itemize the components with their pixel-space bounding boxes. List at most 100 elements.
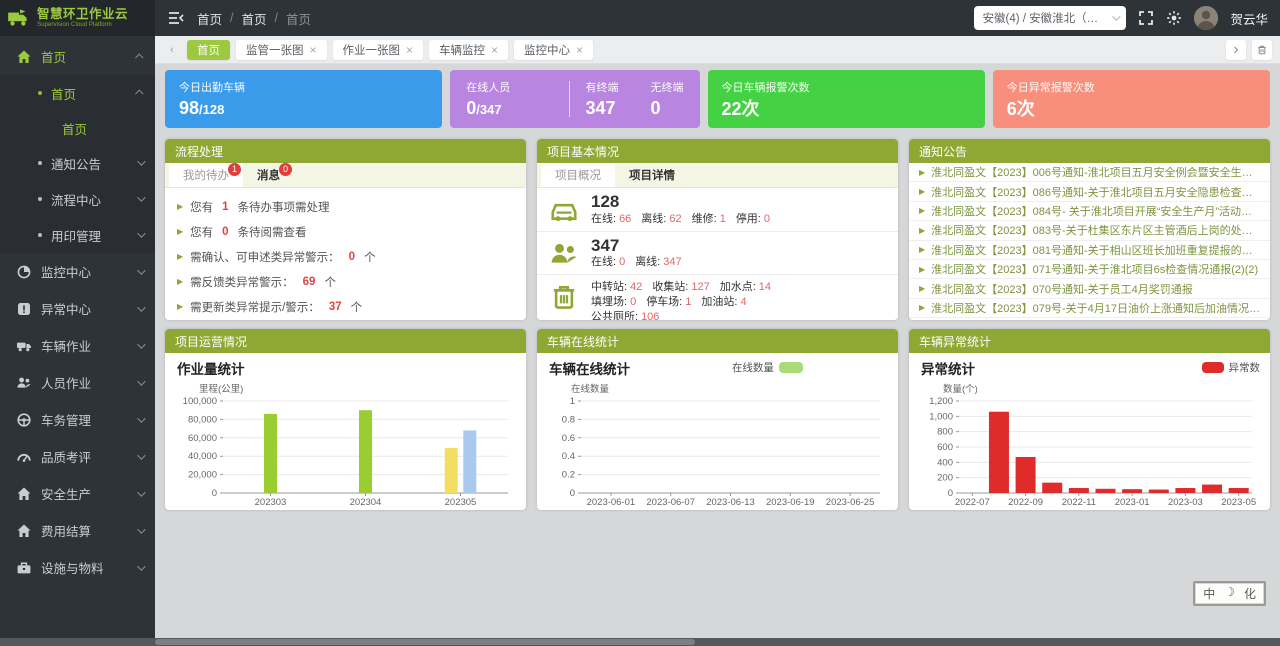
chevron-down-icon — [137, 157, 145, 165]
alert-icon — [16, 301, 32, 317]
close-icon[interactable]: × — [310, 44, 317, 56]
sidebar-submenu: 首页首页通知公告流程中心用印管理 — [0, 75, 155, 253]
notice-item[interactable]: ▶淮北同盈文【2023】079号-关于4月17日油价上涨通知后加油情况通报 — [909, 299, 1270, 318]
fullscreen-icon[interactable] — [1138, 10, 1154, 26]
sidebar-item-personnel-work[interactable]: 人员作业 — [0, 364, 155, 401]
close-tabs-trash-icon[interactable] — [1252, 40, 1272, 60]
sidebar-item-quality[interactable]: 品质考评 — [0, 438, 155, 475]
process-item[interactable]: ▶您有1条待办事项需处理 — [177, 194, 514, 219]
project-tab-1[interactable]: 项目详情 — [615, 163, 689, 187]
avatar[interactable] — [1194, 6, 1218, 30]
sidebar-item-home-2[interactable]: 首页 — [0, 75, 155, 111]
org-selector[interactable]: 安徽(4) / 安徽淮北（相... — [974, 6, 1126, 30]
ime-char[interactable]: 化 — [1244, 585, 1256, 602]
chevron-down-icon — [137, 451, 145, 459]
people-icon — [549, 239, 579, 269]
sidebar-item-exception[interactable]: 异常中心 — [0, 290, 155, 327]
svg-text:0.2: 0.2 — [562, 470, 575, 481]
process-item[interactable]: ▶提示类异常：13个 — [177, 319, 514, 320]
tab-label: 监管一张图 — [246, 42, 304, 58]
sidebar-item-safety[interactable]: 安全生产 — [0, 475, 155, 512]
svg-text:80,000: 80,000 — [188, 414, 217, 425]
close-icon[interactable]: × — [576, 44, 583, 56]
ime-toolbar[interactable]: 中 ☽ 化 — [1193, 581, 1266, 606]
notice-item[interactable]: ▶淮北同盈文【2023】083号-关于杜集区东片区主管酒后上岗的处罚通告 — [909, 221, 1270, 240]
sidebar-item-label: 用印管理 — [51, 226, 101, 245]
sidebar-item-home[interactable]: 首页 — [0, 38, 155, 75]
notice-item[interactable]: ▶淮北同盈文【2023】084号- 关于淮北项目开展“安全生产月”活动的通知 — [909, 202, 1270, 221]
chevron-down-icon — [137, 193, 145, 201]
username[interactable]: 贺云华 — [1230, 9, 1268, 28]
main-column: 首页/首页/首页 安徽(4) / 安徽淮北（相... 贺云华 ‹ — [155, 0, 1280, 646]
stat-label: 离线: — [635, 256, 660, 268]
svg-text:400: 400 — [937, 457, 953, 468]
panel-exception-title: 车辆异常统计 — [909, 329, 1270, 353]
sidebar-item-label: 费用结算 — [41, 521, 91, 540]
process-item-text: 个 — [364, 249, 376, 265]
tab-1[interactable]: 监管一张图 × — [236, 40, 327, 60]
stat-title: 今日出勤车辆 — [179, 79, 428, 95]
notice-item[interactable]: ▶淮北同盈文【2023】070号通知-关于员工4月奖罚通报 — [909, 279, 1270, 298]
sidebar-item-cost[interactable]: 费用结算 — [0, 512, 155, 549]
process-item[interactable]: ▶您有0条待阅需查看 — [177, 219, 514, 244]
stat-title: 有终端 — [586, 79, 619, 95]
stat-label: 停车场: — [646, 296, 682, 308]
svg-text:60,000: 60,000 — [188, 433, 217, 444]
project-tab-0[interactable]: 项目概况 — [541, 163, 615, 187]
tabs-scroll-left[interactable]: ‹ — [163, 41, 181, 59]
breadcrumb-item[interactable]: 首页 — [242, 9, 267, 28]
stat-value: 127 — [691, 281, 709, 293]
moon-icon[interactable]: ☽ — [1224, 585, 1235, 602]
legend-label: 在线数量 — [732, 360, 774, 375]
notice-item-text: 淮北同盈文【2023】071号通知-关于淮北项目6s检查情况通报(2)(2) — [931, 261, 1258, 277]
sidebar-item-vehicle-mgmt[interactable]: 车务管理 — [0, 401, 155, 438]
process-tab-0[interactable]: 我的待办1 — [169, 163, 243, 187]
sidebar-item-facility[interactable]: 设施与物料 — [0, 549, 155, 586]
close-icon[interactable]: × — [406, 44, 413, 56]
project-stats-line: 中转站:42收集站:127加水点:14 — [591, 280, 781, 295]
sidebar-item-vehicle-work[interactable]: 车辆作业 — [0, 327, 155, 364]
notice-item[interactable]: ▶淮北同盈文【2023】006号通知-淮北项目五月安全例会暨安全生产月启动会… — [909, 163, 1270, 182]
process-tab-1[interactable]: 消息0 — [243, 163, 294, 187]
stat-value: 14 — [759, 281, 771, 293]
tab-4[interactable]: 监控中心× — [514, 40, 593, 60]
badge: 0 — [279, 163, 292, 176]
notice-item[interactable]: ▶淮北同盈文【2023】086号通知-关于淮北项目五月安全隐患检查情况通告 — [909, 182, 1270, 201]
process-item[interactable]: ▶需更新类异常提示/警示：37个 — [177, 294, 514, 319]
process-item[interactable]: ▶需反馈类异常警示：69个 — [177, 269, 514, 294]
close-icon[interactable]: × — [491, 44, 498, 56]
notice-item[interactable]: ▶淮北同盈文【2023】081号通知-关于相山区班长加班重复提报的通报 — [909, 241, 1270, 260]
svg-text:2022-07: 2022-07 — [955, 497, 990, 507]
sidebar-item-label: 首页 — [62, 119, 87, 138]
stat-label: 在线: — [591, 256, 616, 268]
notice-item[interactable]: ▶淮北同盈文【2023】071号通知-关于淮北项目6s检查情况通报(2)(2) — [909, 260, 1270, 279]
project-stats-line: 在线:66离线:62维修:1停用:0 — [591, 212, 780, 227]
online-chart-body: 车辆在线统计 在线数量 在线数量 00.20.40.60.812023-06-0… — [537, 353, 898, 510]
legend-label: 异常数 — [1229, 360, 1261, 375]
sidebar-item-home-3[interactable]: 首页 — [0, 111, 155, 145]
sidebar-item-monitor[interactable]: 监控中心 — [0, 253, 155, 290]
logo[interactable]: 智慧环卫作业云 Supervision Cloud Platform — [0, 0, 155, 36]
tab-3[interactable]: 车辆监控× — [429, 40, 508, 60]
sidebar-item-label: 监控中心 — [41, 262, 91, 281]
sidebar-item-label: 异常中心 — [41, 299, 91, 318]
process-item[interactable]: ▶需确认、可申述类异常警示：0个 — [177, 244, 514, 269]
ime-char[interactable]: 中 — [1203, 585, 1215, 602]
tabs-scroll-right[interactable]: › — [1226, 40, 1246, 60]
tab-home[interactable]: 首页 — [187, 40, 230, 60]
sidebar-item-notice[interactable]: 通知公告 — [0, 145, 155, 181]
sidebar-item-label: 安全生产 — [41, 484, 91, 503]
sidebar-item-process[interactable]: 流程中心 — [0, 181, 155, 217]
stat-value-suffix: /128 — [199, 102, 224, 117]
gear-icon[interactable] — [1166, 10, 1182, 26]
tab-2[interactable]: 作业一张图× — [333, 40, 424, 60]
project-big-number: 347 — [591, 237, 692, 256]
stat-label: 维修: — [692, 213, 717, 225]
stat-value: 0/347 — [466, 98, 552, 119]
sidebar-item-seal[interactable]: 用印管理 — [0, 217, 155, 253]
menu-fold-icon[interactable] — [167, 9, 185, 27]
panels-row-2: 项目运营情况 作业量统计 里程(公里) 020,00040,00060,0008… — [165, 329, 1270, 510]
horizontal-scrollbar-thumb[interactable] — [155, 639, 695, 645]
breadcrumb-item[interactable]: 首页 — [197, 9, 222, 28]
svg-text:40,000: 40,000 — [188, 451, 217, 462]
